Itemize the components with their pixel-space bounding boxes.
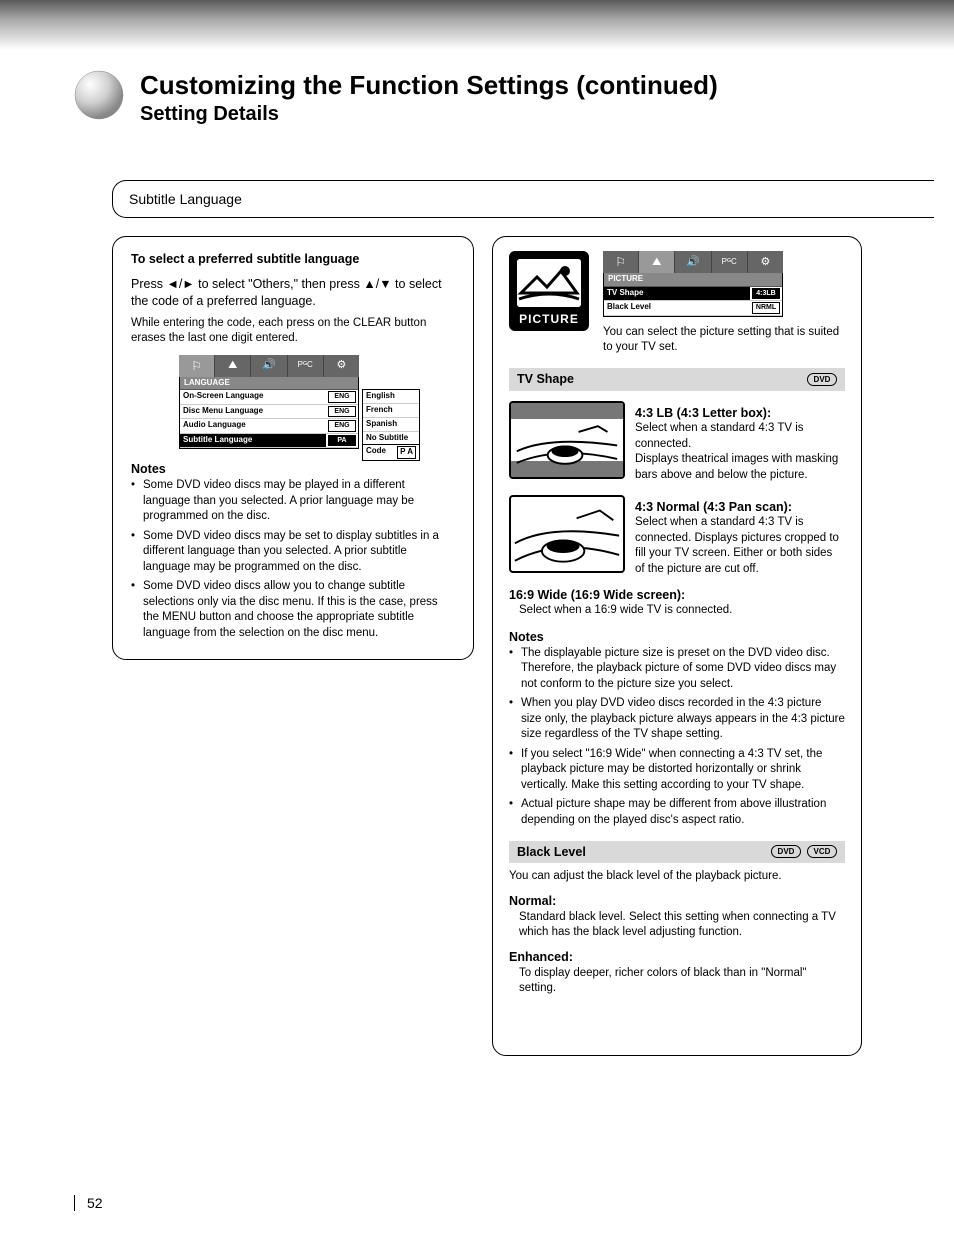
- osd-tab-picture: ⛰: [215, 355, 251, 377]
- dvd-badge-icon: DVD: [771, 845, 801, 858]
- triangle-right-icon: ►: [182, 277, 194, 291]
- osd-row: TV Shape4:3LB: [604, 287, 782, 301]
- top-gradient: [0, 0, 954, 50]
- osd-tab-operation: ⚙: [324, 355, 359, 377]
- page-subtitle: Setting Details: [140, 103, 914, 126]
- right-panel: PICTURE ⚐ ⛰ 🔊 PᴳC ⚙ PICTURE TV Shape4:3L…: [492, 236, 862, 1056]
- section-sphere-icon: [74, 70, 124, 120]
- vcd-badge-icon: VCD: [807, 845, 837, 858]
- option-desc: To display deeper, richer colors of blac…: [519, 966, 845, 997]
- page-title: Customizing the Function Settings (conti…: [140, 70, 914, 101]
- left-panel: To select a preferred subtitle language …: [112, 236, 474, 660]
- tv-sample-panscan: [509, 495, 625, 573]
- osd-tab-audio: 🔊: [675, 251, 711, 273]
- osd-row: Black LevelNRML: [604, 301, 782, 315]
- osd-tab-audio: 🔊: [251, 355, 287, 377]
- left-paragraph-2: While entering the code, each press on t…: [131, 316, 455, 347]
- osd-tab-operation: ⚙: [748, 251, 783, 273]
- option-title: 4:3 Normal (4:3 Pan scan):: [635, 499, 845, 516]
- osd-tabs: ⚐ ⛰ 🔊 PᴳC ⚙: [179, 355, 359, 377]
- option-desc: Displays theatrical images with masking …: [635, 452, 845, 483]
- osd-category: PICTURE: [604, 273, 782, 287]
- triangle-up-icon: ▲: [363, 277, 375, 291]
- option-desc: Select when a standard 4:3 TV is connect…: [635, 421, 845, 452]
- osd-picture-screenshot: ⚐ ⛰ 🔊 PᴳC ⚙ PICTURE TV Shape4:3LB Black …: [603, 251, 783, 317]
- osd-code-box: Code P A: [362, 444, 420, 461]
- osd-tab-display: PᴳC: [712, 251, 748, 273]
- left-paragraph-1: Press ◄/► to select "Others," then press…: [131, 276, 455, 310]
- tv-shape-header: TV Shape DVD: [509, 368, 845, 391]
- osd-row: Subtitle LanguagePA: [180, 434, 358, 448]
- notes-list: Some DVD video discs may be played in a …: [131, 478, 455, 641]
- osd-category: LANGUAGE: [180, 377, 358, 391]
- option-desc: Select when a 16:9 wide TV is connected.: [519, 603, 845, 619]
- osd-row: Audio LanguageENG: [180, 419, 358, 433]
- option-title: 16:9 Wide (16:9 Wide screen):: [509, 587, 845, 604]
- note-item: Some DVD video discs allow you to change…: [131, 579, 455, 641]
- osd-tab-picture: ⛰: [639, 251, 675, 273]
- dvd-badge-icon: DVD: [807, 373, 837, 386]
- black-level-header: Black Level DVD VCD: [509, 841, 845, 864]
- option-title: 4:3 LB (4:3 Letter box):: [635, 405, 845, 422]
- note-item: Some DVD video discs may be played in a …: [131, 478, 455, 525]
- notes-heading: Notes: [509, 629, 845, 646]
- note-item: When you play DVD video discs recorded i…: [509, 696, 845, 743]
- osd-language-screenshot: ⚐ ⛰ 🔊 PᴳC ⚙ LANGUAGE On-Screen LanguageE…: [179, 355, 455, 450]
- notes-heading: Notes: [131, 461, 455, 478]
- option-title: Normal:: [509, 893, 845, 910]
- picture-section-icon: PICTURE: [509, 251, 589, 331]
- triangle-down-icon: ▼: [379, 277, 391, 291]
- triangle-left-icon: ◄: [166, 277, 178, 291]
- osd-row: On-Screen LanguageENG: [180, 390, 358, 404]
- picture-icon-label: PICTURE: [519, 311, 579, 327]
- note-item: Actual picture shape may be different fr…: [509, 797, 845, 828]
- black-level-intro: You can adjust the black level of the pl…: [509, 869, 845, 885]
- osd-row: Disc Menu LanguageENG: [180, 405, 358, 419]
- osd-tab-display: PᴳC: [288, 355, 324, 377]
- osd-tab-language: ⚐: [603, 251, 639, 273]
- note-item: If you select "16:9 Wide" when connectin…: [509, 747, 845, 794]
- option-desc: Select when a standard 4:3 TV is connect…: [635, 515, 845, 577]
- section-banner: Subtitle Language: [112, 180, 934, 218]
- picture-intro: You can select the picture setting that …: [603, 325, 845, 356]
- left-heading: To select a preferred subtitle language: [131, 251, 455, 268]
- osd-tab-language: ⚐: [179, 355, 215, 377]
- page-title-block: Customizing the Function Settings (conti…: [140, 70, 914, 126]
- banner-text: Subtitle Language: [129, 191, 242, 207]
- option-title: Enhanced:: [509, 949, 845, 966]
- option-desc: Standard black level. Select this settin…: [519, 910, 845, 941]
- note-item: Some DVD video discs may be set to displ…: [131, 529, 455, 576]
- page-number: 52: [74, 1195, 103, 1211]
- note-item: The displayable picture size is preset o…: [509, 646, 845, 693]
- notes-list: The displayable picture size is preset o…: [509, 646, 845, 829]
- tv-sample-letterbox: [509, 401, 625, 479]
